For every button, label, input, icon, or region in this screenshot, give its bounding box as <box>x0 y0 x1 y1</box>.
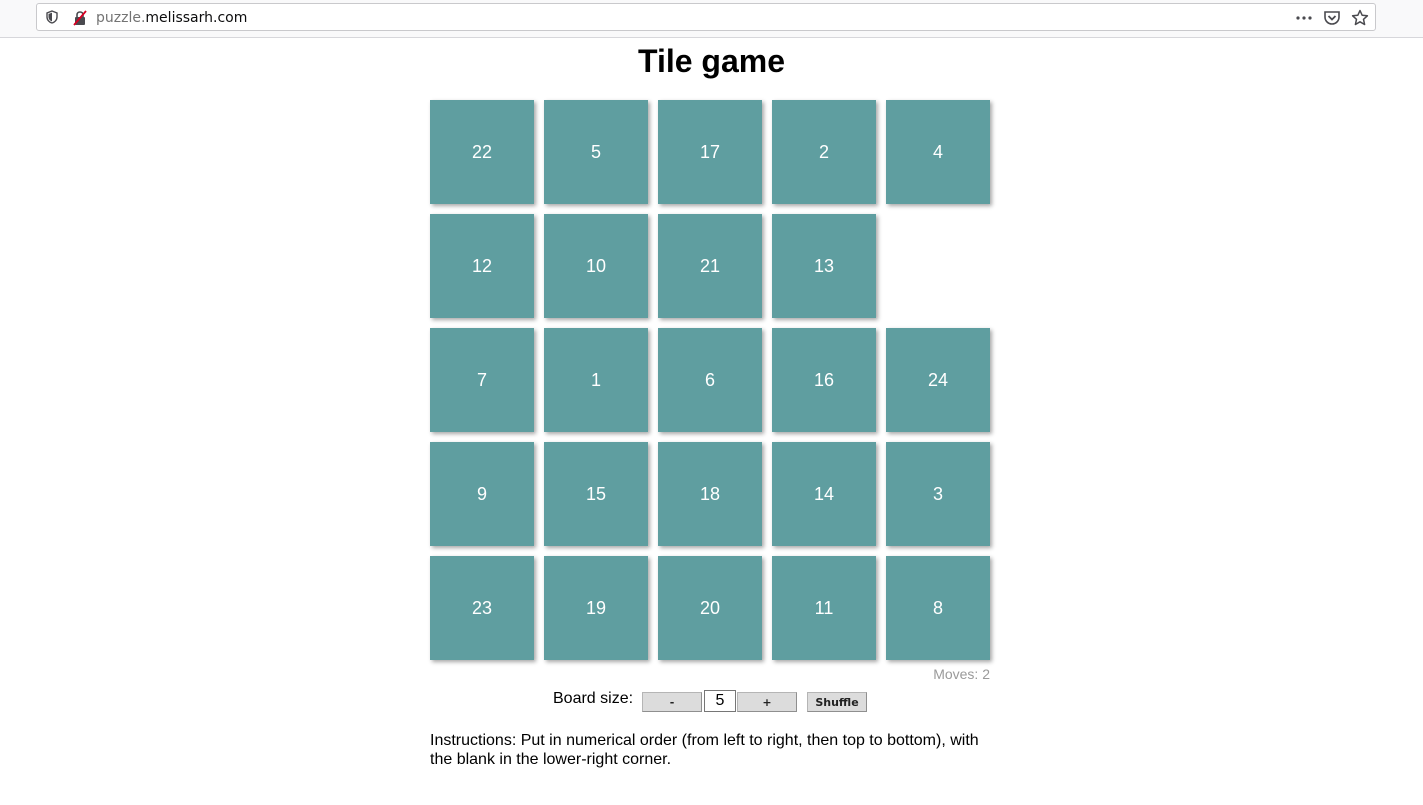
shield-icon[interactable] <box>45 10 59 24</box>
tile-20[interactable]: 20 <box>658 556 762 660</box>
tile-5[interactable]: 5 <box>544 100 648 204</box>
url-subdomain: puzzle. <box>96 10 146 26</box>
board-size-input[interactable] <box>704 690 736 712</box>
url-actions <box>1295 9 1369 27</box>
tile-7[interactable]: 7 <box>430 328 534 432</box>
tile-24[interactable]: 24 <box>886 328 990 432</box>
tile-23[interactable]: 23 <box>430 556 534 660</box>
tile-19[interactable]: 19 <box>544 556 648 660</box>
tile-13[interactable]: 13 <box>772 214 876 318</box>
tile-22[interactable]: 22 <box>430 100 534 204</box>
tile-12[interactable]: 12 <box>430 214 534 318</box>
shuffle-button[interactable]: Shuffle <box>807 692 867 712</box>
tile-3[interactable]: 3 <box>886 442 990 546</box>
insecure-lock-icon[interactable] <box>72 10 88 26</box>
increase-size-button[interactable]: + <box>737 692 797 712</box>
tile-9[interactable]: 9 <box>430 442 534 546</box>
browser-toolbar: puzzle.melissarh.com <box>0 0 1423 38</box>
bookmark-star-icon[interactable] <box>1351 9 1369 27</box>
tile-14[interactable]: 14 <box>772 442 876 546</box>
tile-4[interactable]: 4 <box>886 100 990 204</box>
tile-6[interactable]: 6 <box>658 328 762 432</box>
url-domain: melissarh.com <box>145 10 248 26</box>
decrease-size-button[interactable]: - <box>642 692 702 712</box>
board-size-label: Board size: <box>553 690 634 707</box>
url-text[interactable]: puzzle.melissarh.com <box>96 9 247 27</box>
tile-15[interactable]: 15 <box>544 442 648 546</box>
pocket-icon[interactable] <box>1323 9 1341 27</box>
tile-21[interactable]: 21 <box>658 214 762 318</box>
moves-counter: Moves: 2 <box>933 665 990 683</box>
tile-11[interactable]: 11 <box>772 556 876 660</box>
tile-8[interactable]: 8 <box>886 556 990 660</box>
tile-16[interactable]: 16 <box>772 328 876 432</box>
moves-value: 2 <box>982 666 990 682</box>
tile-17[interactable]: 17 <box>658 100 762 204</box>
tile-18[interactable]: 18 <box>658 442 762 546</box>
page-title: Tile game <box>637 43 786 79</box>
blank-tile <box>886 214 990 318</box>
url-bar[interactable]: puzzle.melissarh.com <box>36 3 1376 31</box>
instructions-text: Instructions: Put in numerical order (fr… <box>430 732 979 768</box>
tile-10[interactable]: 10 <box>544 214 648 318</box>
moves-label: Moves: <box>933 666 979 682</box>
tile-1[interactable]: 1 <box>544 328 648 432</box>
more-icon[interactable] <box>1295 9 1313 27</box>
tile-2[interactable]: 2 <box>772 100 876 204</box>
tile-board: 22 5 17 2 4 12 10 21 13 7 1 6 16 24 9 15 18 14 3 23 19 20 11 8 <box>430 100 990 660</box>
